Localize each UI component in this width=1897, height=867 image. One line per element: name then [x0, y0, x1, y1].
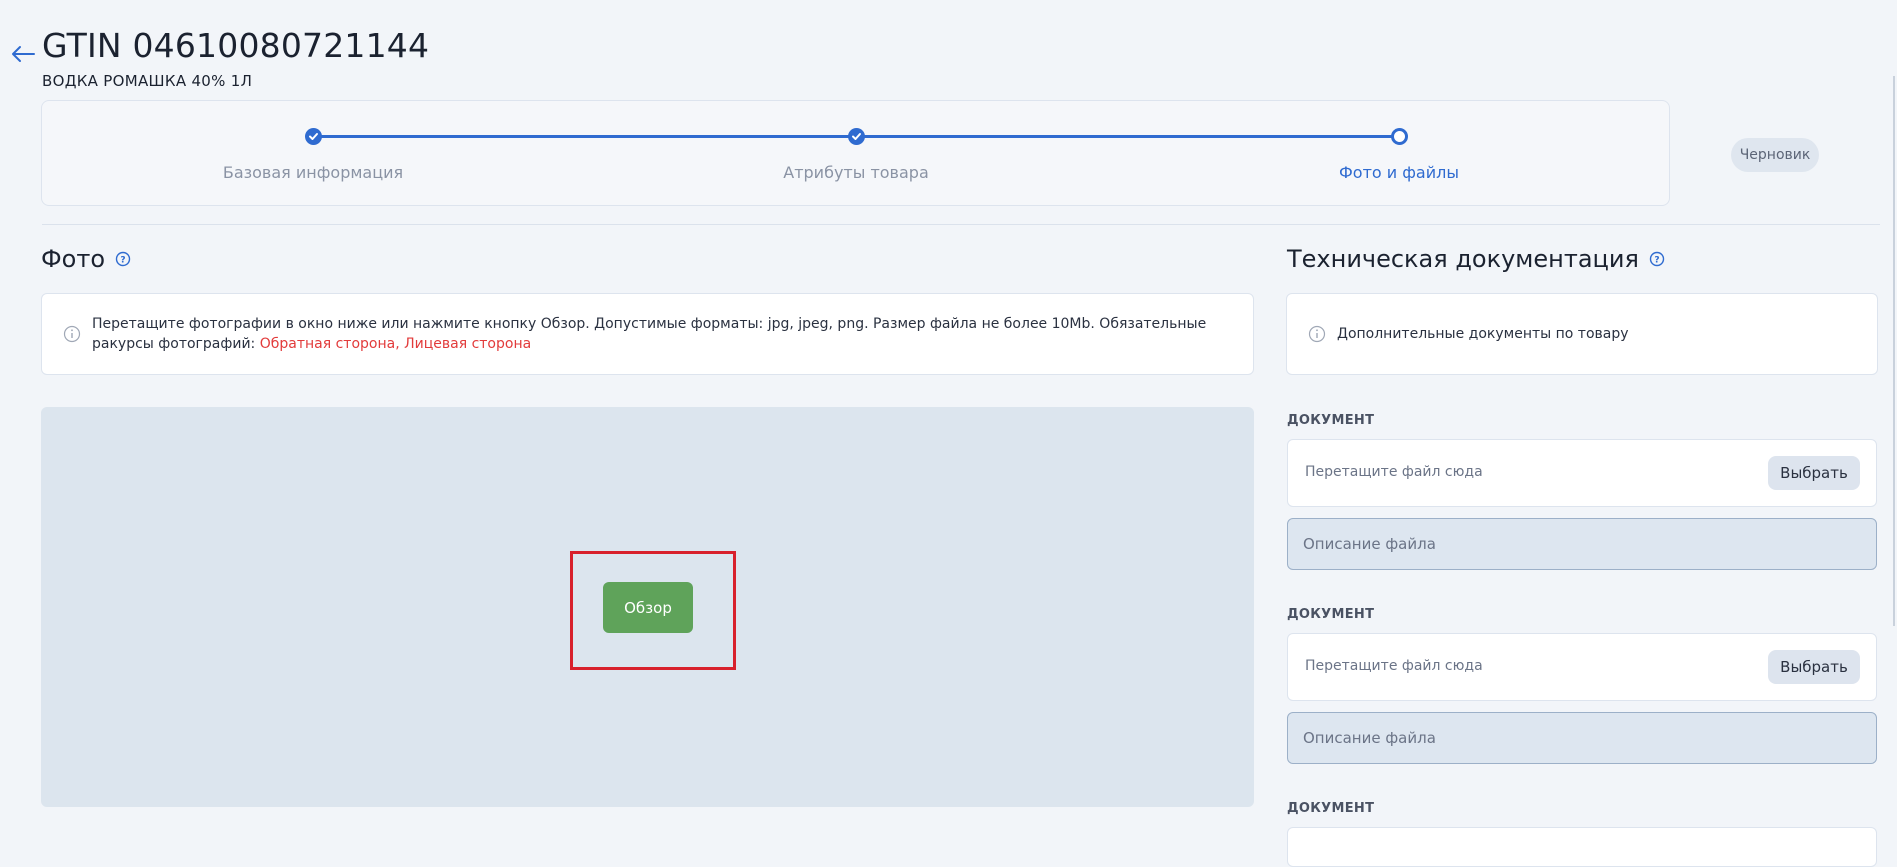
- tech-docs-section-title: Техническая документация ?: [1287, 245, 1665, 273]
- photo-info-text: Перетащите фотографии в окно ниже или на…: [92, 314, 1232, 354]
- browse-button[interactable]: Обзор: [603, 582, 693, 633]
- document-label: ДОКУМЕНТ: [1287, 607, 1375, 622]
- page-title: GTIN 04610080721144: [42, 26, 430, 65]
- step-3-current-dot: [1391, 128, 1408, 145]
- choose-file-button[interactable]: Выбрать: [1768, 456, 1860, 490]
- document-label: ДОКУМЕНТ: [1287, 413, 1375, 428]
- page-scrollbar[interactable]: [1893, 76, 1895, 626]
- progress-stepper: Базовая информация Атрибуты товара Фото …: [41, 100, 1670, 206]
- document-dropzone[interactable]: [1287, 827, 1877, 867]
- document-dropzone[interactable]: Перетащите файл сюда Выбрать: [1287, 439, 1877, 507]
- info-circle-icon: [1308, 325, 1326, 343]
- svg-text:?: ?: [1654, 256, 1659, 266]
- required-views-text: Обратная сторона, Лицевая сторона: [259, 336, 532, 352]
- product-name: ВОДКА РОМАШКА 40% 1Л: [42, 72, 253, 90]
- info-circle-icon: [63, 325, 81, 343]
- tech-docs-info-text: Дополнительные документы по товару: [1337, 326, 1629, 342]
- back-arrow-icon[interactable]: [10, 44, 36, 64]
- drop-hint: Перетащите файл сюда: [1305, 464, 1483, 480]
- photo-section-title: Фото ?: [41, 245, 131, 273]
- divider: [42, 224, 1880, 225]
- tech-docs-info-card: Дополнительные документы по товару: [1286, 293, 1878, 375]
- photo-title-text: Фото: [41, 245, 106, 273]
- document-dropzone[interactable]: Перетащите файл сюда Выбрать: [1287, 633, 1877, 701]
- step-photos-files[interactable]: Фото и файлы: [1339, 163, 1459, 182]
- photo-info-card: Перетащите фотографии в окно ниже или на…: [41, 293, 1254, 375]
- status-badge: Черновик: [1731, 138, 1819, 172]
- step-product-attributes[interactable]: Атрибуты товара: [783, 163, 929, 182]
- document-label: ДОКУМЕНТ: [1287, 801, 1375, 816]
- question-circle-icon[interactable]: ?: [1649, 251, 1665, 267]
- step-2-check-icon: [848, 128, 865, 145]
- file-description-input[interactable]: [1287, 518, 1877, 570]
- choose-file-button[interactable]: Выбрать: [1768, 650, 1860, 684]
- svg-text:?: ?: [120, 256, 125, 266]
- step-basic-info[interactable]: Базовая информация: [223, 163, 403, 182]
- file-description-input[interactable]: [1287, 712, 1877, 764]
- question-circle-icon[interactable]: ?: [115, 251, 131, 267]
- drop-hint: Перетащите файл сюда: [1305, 658, 1483, 674]
- tech-docs-title-text: Техническая документация: [1287, 245, 1639, 273]
- step-1-check-icon: [305, 128, 322, 145]
